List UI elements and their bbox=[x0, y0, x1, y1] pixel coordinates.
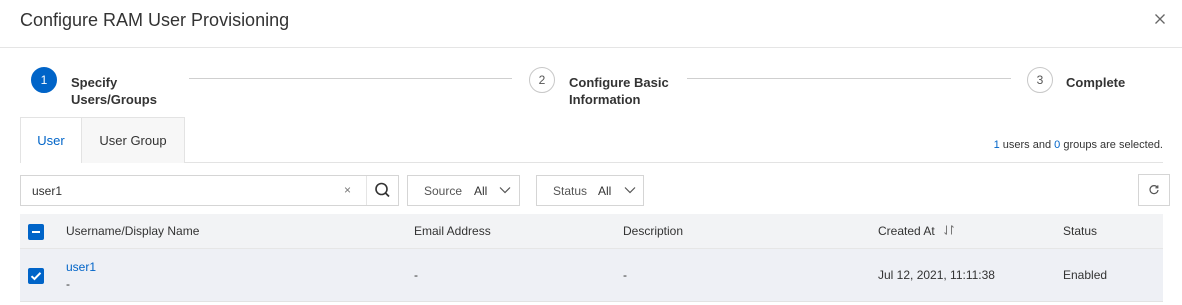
selection-text-end: groups are selected. bbox=[1060, 139, 1163, 151]
chevron-down-icon bbox=[499, 187, 511, 194]
column-header-email: Email Address bbox=[414, 224, 491, 238]
tab-user-group[interactable]: User Group bbox=[82, 117, 185, 163]
column-header-description: Description bbox=[623, 224, 684, 238]
refresh-icon bbox=[1149, 185, 1159, 195]
source-filter-value: All bbox=[474, 184, 488, 198]
step-3-label: Complete bbox=[1066, 74, 1125, 91]
clear-icon[interactable]: × bbox=[344, 183, 356, 197]
checkmark-icon bbox=[30, 272, 42, 281]
source-filter-label: Source bbox=[424, 184, 463, 198]
status-cell: Enabled bbox=[1063, 268, 1108, 282]
indeterminate-icon bbox=[32, 231, 40, 233]
selection-summary: 1 users and 0 groups are selected. bbox=[994, 139, 1163, 151]
sort-icon[interactable] bbox=[943, 224, 955, 236]
username-link[interactable]: user1 bbox=[66, 260, 96, 274]
chevron-down-icon bbox=[624, 187, 636, 194]
step-1-label-line1: Specify bbox=[71, 75, 118, 90]
select-all-checkbox[interactable] bbox=[28, 224, 44, 240]
email-cell: - bbox=[414, 268, 418, 282]
display-name: - bbox=[66, 277, 70, 291]
created-at-label: Created At bbox=[878, 224, 935, 238]
close-icon bbox=[1155, 14, 1165, 24]
table-row[interactable]: user1 - - - Jul 12, 2021, 11:11:38 Enabl… bbox=[20, 249, 1163, 302]
refresh-button[interactable] bbox=[1138, 174, 1170, 206]
close-button[interactable] bbox=[1152, 11, 1168, 27]
row-checkbox[interactable] bbox=[28, 268, 44, 284]
step-2-circle: 2 bbox=[529, 67, 555, 93]
search-input[interactable] bbox=[21, 176, 341, 205]
dialog-title: Configure RAM User Provisioning bbox=[20, 10, 290, 30]
dialog-header: Configure RAM User Provisioning bbox=[0, 0, 1182, 48]
selection-text-mid: users and bbox=[999, 139, 1055, 151]
search-button[interactable] bbox=[366, 176, 398, 205]
column-header-username: Username/Display Name bbox=[66, 224, 200, 238]
status-filter-value: All bbox=[598, 184, 612, 198]
step-connector bbox=[189, 78, 512, 79]
status-filter-label: Status bbox=[553, 184, 588, 198]
description-cell: - bbox=[623, 268, 627, 282]
step-3-label-line1: Complete bbox=[1066, 75, 1126, 90]
table-header: Username/Display Name Email Address Desc… bbox=[20, 214, 1163, 249]
step-1-label-line2: Users/Groups bbox=[71, 92, 157, 107]
step-1-circle: 1 bbox=[31, 67, 57, 93]
step-2-label: Configure Basic Information bbox=[569, 74, 669, 108]
step-3-circle: 3 bbox=[1027, 67, 1053, 93]
status-filter[interactable]: Status All bbox=[536, 175, 644, 206]
search-icon bbox=[375, 182, 390, 198]
column-header-created-at[interactable]: Created At bbox=[878, 224, 955, 238]
tab-divider bbox=[185, 162, 1163, 163]
step-2-label-line1: Configure Basic bbox=[569, 75, 669, 90]
step-2-label-line2: Information bbox=[569, 92, 641, 107]
column-header-status: Status bbox=[1063, 224, 1098, 238]
step-1-label: Specify Users/Groups bbox=[71, 74, 157, 108]
created-at-cell: Jul 12, 2021, 11:11:38 bbox=[878, 268, 995, 282]
source-filter[interactable]: Source All bbox=[407, 175, 520, 206]
search-box: × bbox=[20, 175, 399, 206]
tab-user[interactable]: User bbox=[20, 117, 82, 163]
step-connector bbox=[687, 78, 1011, 79]
